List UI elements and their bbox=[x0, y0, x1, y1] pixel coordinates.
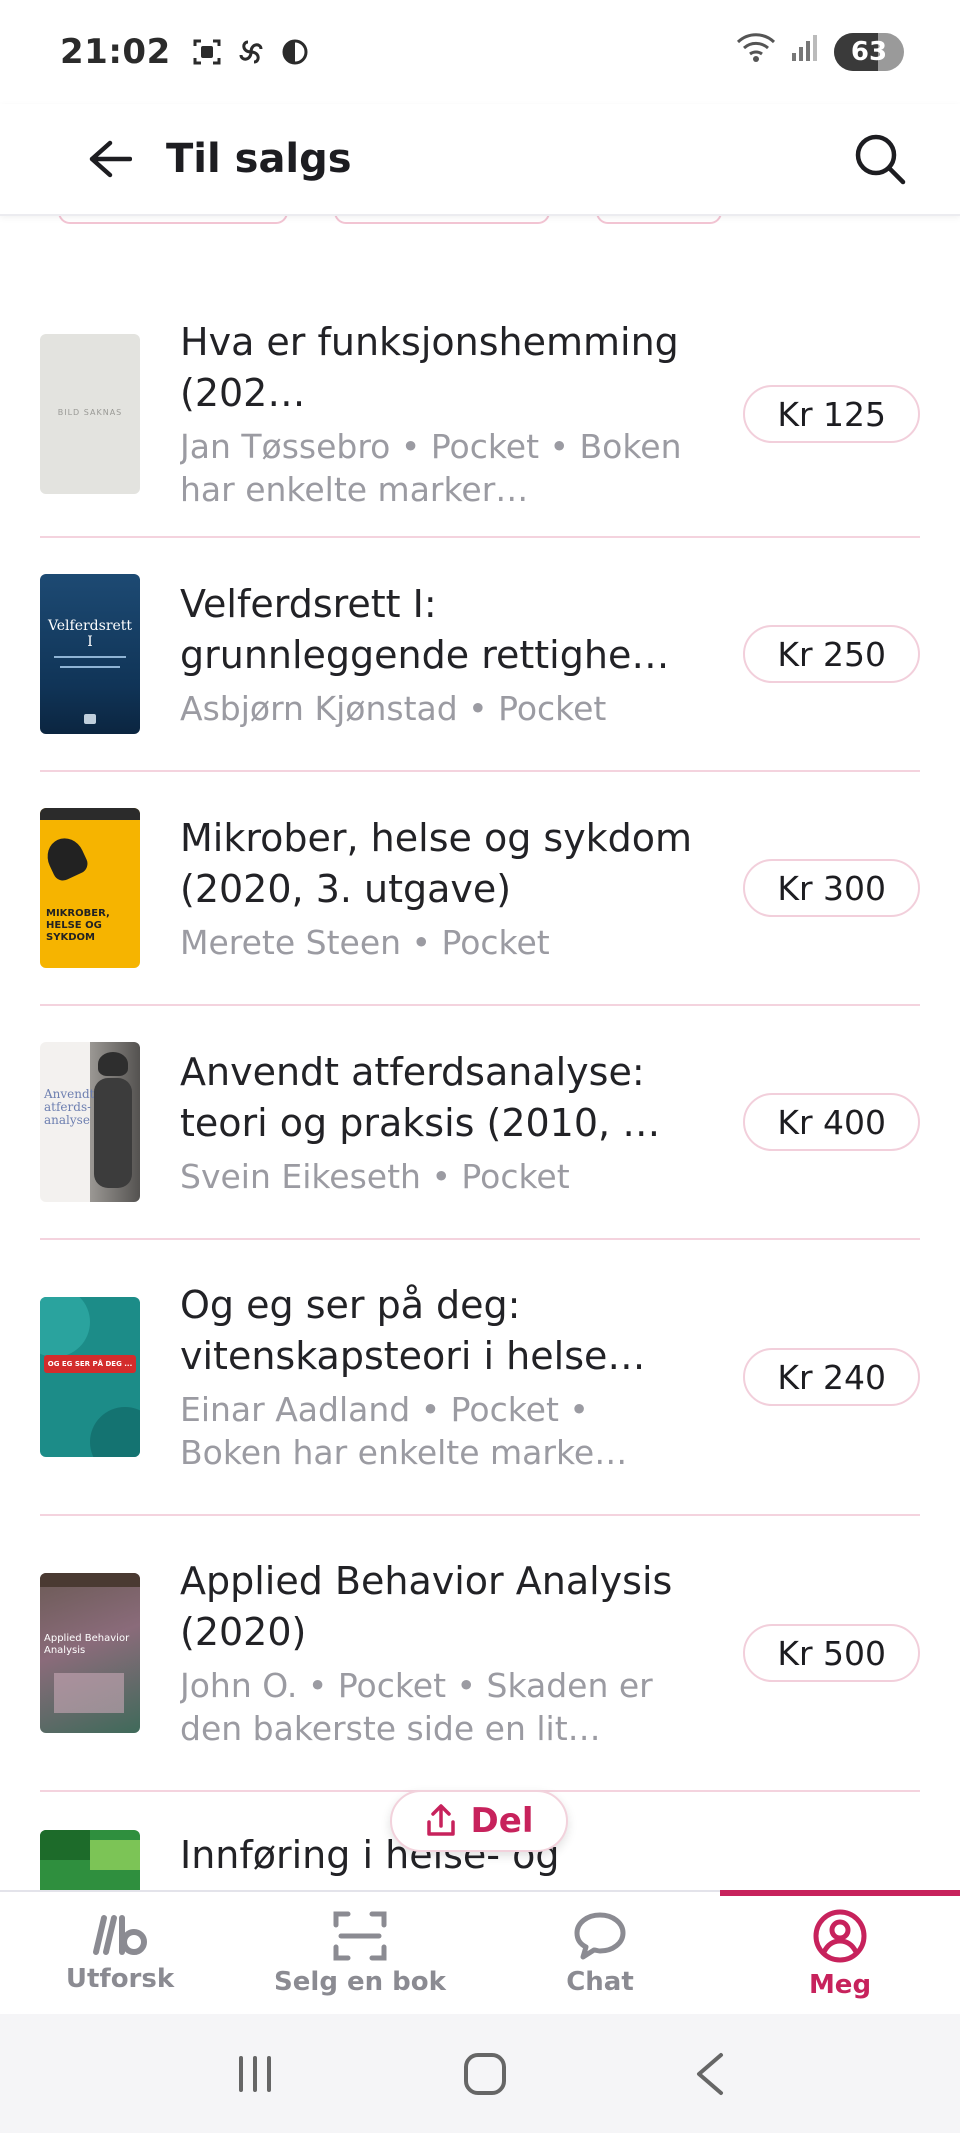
listing-info: Og eg ser på deg: vitenskapsteori i hels… bbox=[180, 1280, 700, 1474]
price-badge: Kr 240 bbox=[743, 1348, 920, 1406]
nav-utforsk[interactable]: Utforsk bbox=[0, 1892, 240, 2016]
price-badge: Kr 500 bbox=[743, 1624, 920, 1682]
listing-item[interactable]: Velferdsrett I Velferdsrett I: grunnlegg… bbox=[40, 538, 920, 772]
price-badge: Kr 300 bbox=[743, 859, 920, 917]
share-button[interactable]: Del bbox=[390, 1790, 568, 1852]
price-badge: Kr 125 bbox=[743, 385, 920, 443]
book-cover: MIKROBER, HELSE OG SYKDOM bbox=[40, 808, 140, 968]
status-right: 63 bbox=[736, 32, 904, 73]
nav-label: Meg bbox=[808, 1970, 872, 2000]
book-cover: OG EG SER PÅ DEG ... bbox=[40, 1297, 140, 1457]
battery-indicator: 63 bbox=[834, 33, 904, 71]
cover-placeholder-text: BILD SAKNAS bbox=[57, 408, 123, 417]
search-button[interactable] bbox=[848, 127, 912, 191]
status-bar: 21:02 63 bbox=[0, 0, 960, 104]
cover-title-text: Anvendt atferds-analyse bbox=[44, 1087, 95, 1127]
back-button[interactable] bbox=[84, 133, 136, 185]
signal-icon bbox=[790, 32, 820, 72]
listing-item[interactable]: MIKROBER, HELSE OG SYKDOM Mikrober, hels… bbox=[40, 772, 920, 1006]
listing-title: Hva er funksjonshemming (202… bbox=[180, 320, 679, 415]
listing-info: Mikrober, helse og sykdom (2020, 3. utga… bbox=[180, 813, 700, 964]
page-title: Til salgs bbox=[166, 136, 352, 182]
listing-item[interactable]: Applied Behavior Analysis Applied Behavi… bbox=[40, 1516, 920, 1792]
share-icon bbox=[426, 1804, 455, 1836]
nav-selg-en-bok[interactable]: Selg en bok bbox=[240, 1892, 480, 2016]
book-cover: BILD SAKNAS bbox=[40, 334, 140, 494]
system-navigation-bar bbox=[0, 2014, 960, 2133]
price-badge: Kr 400 bbox=[743, 1093, 920, 1151]
scan-icon bbox=[333, 1911, 387, 1961]
book-cover: Anvendt atferds-analyse bbox=[40, 1042, 140, 1202]
moon-icon bbox=[279, 36, 311, 68]
profile-icon bbox=[813, 1909, 867, 1963]
listing-title: Anvendt atferdsanalyse: teori og praksis… bbox=[180, 1049, 661, 1145]
listing-meta: Asbjørn Kjønstad • Pocket bbox=[180, 688, 607, 728]
nav-meg[interactable]: Meg bbox=[720, 1890, 960, 2016]
listing-info: Applied Behavior Analysis (2020) John O.… bbox=[180, 1556, 700, 1750]
cover-title-text: MIKROBER, HELSE OG SYKDOM bbox=[46, 908, 110, 943]
search-icon bbox=[855, 134, 906, 185]
book-cover: Applied Behavior Analysis bbox=[40, 1573, 140, 1733]
listing-meta: Einar Aadland • Pocket • Boken har enkel… bbox=[180, 1390, 628, 1472]
screenshot-icon bbox=[191, 36, 223, 68]
nav-chat[interactable]: Chat bbox=[480, 1892, 720, 2016]
listing-title: Velferdsrett I: grunnleggende rettighe… bbox=[180, 581, 670, 677]
listing-meta: Svein Eikeseth • Pocket bbox=[180, 1156, 570, 1196]
listing-meta: Jan Tøssebro • Pocket • Boken har enkelt… bbox=[180, 427, 682, 509]
pinwheel-icon bbox=[235, 36, 267, 68]
listing-meta: Merete Steen • Pocket bbox=[180, 922, 550, 962]
listing-info: Velferdsrett I: grunnleggende rettighe… … bbox=[180, 579, 700, 730]
cover-title-text: Applied Behavior Analysis bbox=[44, 1633, 130, 1656]
app-bar: Til salgs bbox=[0, 104, 960, 216]
listing-item[interactable]: OG EG SER PÅ DEG ... Og eg ser på deg: v… bbox=[40, 1240, 920, 1516]
share-label: Del bbox=[470, 1801, 534, 1841]
nav-label: Selg en bok bbox=[274, 1967, 446, 1997]
bottom-navigation: Utforsk Selg en bok Chat Meg bbox=[0, 1890, 960, 2014]
listing-title: Og eg ser på deg: vitenskapsteori i hels… bbox=[180, 1283, 646, 1378]
cover-title-text: Velferdsrett I bbox=[47, 618, 133, 650]
listing-title: Mikrober, helse og sykdom (2020, 3. utga… bbox=[180, 815, 693, 911]
cover-title-text: OG EG SER PÅ DEG ... bbox=[44, 1355, 136, 1373]
recent-apps-icon[interactable] bbox=[233, 2054, 277, 2094]
listing-info: Anvendt atferdsanalyse: teori og praksis… bbox=[180, 1047, 700, 1198]
screen: 21:02 63 Til salgs BILD SAKNAS Hva er fu… bbox=[0, 0, 960, 2133]
chat-icon bbox=[574, 1912, 626, 1960]
status-time: 21:02 bbox=[60, 32, 171, 72]
listing-item[interactable]: BILD SAKNAS Hva er funksjonshemming (202… bbox=[40, 292, 920, 538]
price-badge: Kr 250 bbox=[743, 625, 920, 683]
logo-icon bbox=[93, 1915, 147, 1955]
listing-item[interactable]: Anvendt atferds-analyse Anvendt atferdsa… bbox=[40, 1006, 920, 1240]
home-icon[interactable] bbox=[462, 2051, 508, 2097]
nav-label: Utforsk bbox=[65, 1964, 175, 1994]
nav-label: Chat bbox=[566, 1967, 634, 1997]
wifi-icon bbox=[736, 32, 776, 73]
arrow-left-icon bbox=[89, 140, 132, 178]
listing-info: Hva er funksjonshemming (202… Jan Tøsseb… bbox=[180, 317, 700, 511]
notification-icons bbox=[191, 36, 311, 68]
book-cover: Velferdsrett I bbox=[40, 574, 140, 734]
back-icon[interactable] bbox=[693, 2051, 727, 2097]
listing-meta: John O. • Pocket • Skaden er den bakerst… bbox=[180, 1666, 653, 1748]
battery-level: 63 bbox=[850, 37, 888, 67]
listing-title: Applied Behavior Analysis (2020) bbox=[180, 1559, 673, 1654]
